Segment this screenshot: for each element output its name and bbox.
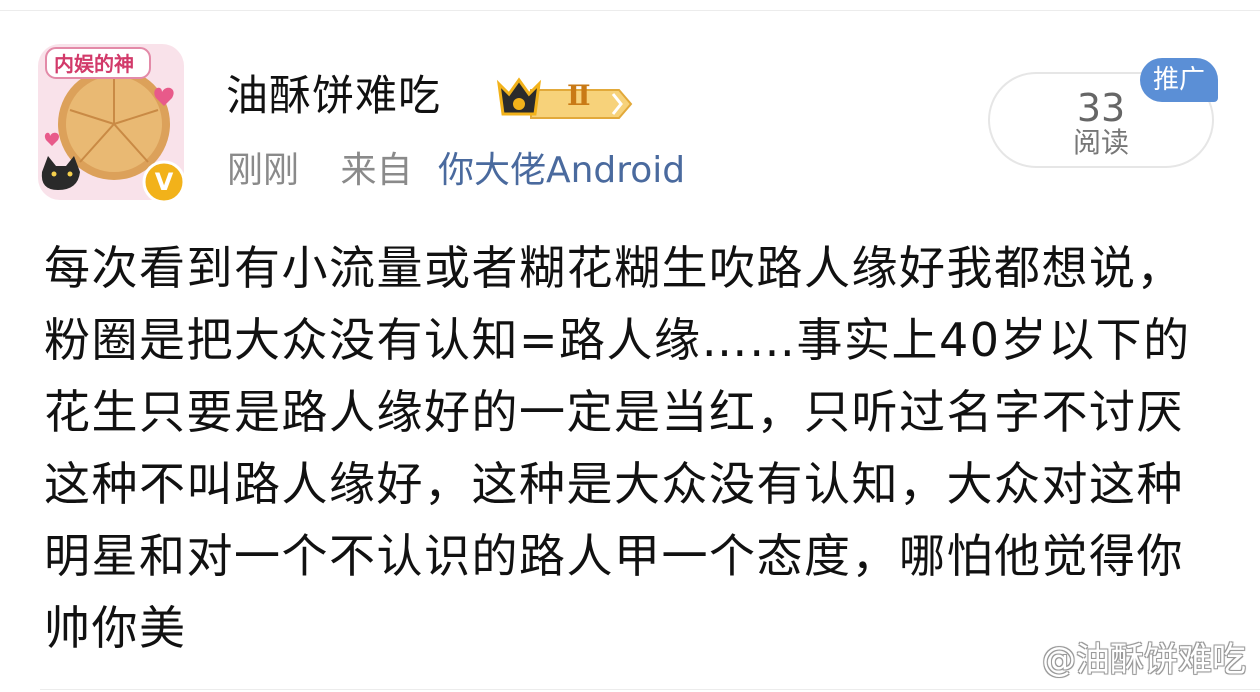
verified-icon: V xyxy=(154,168,174,196)
post-time: 刚刚 xyxy=(227,150,300,191)
source-link[interactable]: 你大佬Android xyxy=(438,150,685,191)
avatar-frame-text: 内娱的神 xyxy=(54,52,134,76)
level-badge-text: Ⅱ xyxy=(567,79,591,112)
bottom-divider xyxy=(40,689,1260,690)
crown-icon xyxy=(496,77,633,119)
top-divider xyxy=(0,10,1260,11)
post-content: 每次看到有小流量或者糊花糊生吹路人缘好我都想说，粉圈是把大众没有认知=路人缘……… xyxy=(44,241,1191,655)
avatar[interactable]: 内娱的神 V xyxy=(36,40,188,206)
weibo-watermark: @油酥饼难吃 xyxy=(1042,640,1246,680)
author-name[interactable]: 油酥饼难吃 xyxy=(226,68,441,124)
promo-button[interactable]: 推广 xyxy=(1140,58,1218,102)
member-level-badge[interactable]: Ⅱ xyxy=(495,70,635,122)
post-meta: 刚刚 来自 你大佬Android xyxy=(227,148,685,194)
read-count-label: 阅读 xyxy=(1072,126,1129,159)
source-prefix: 来自 xyxy=(340,150,413,191)
